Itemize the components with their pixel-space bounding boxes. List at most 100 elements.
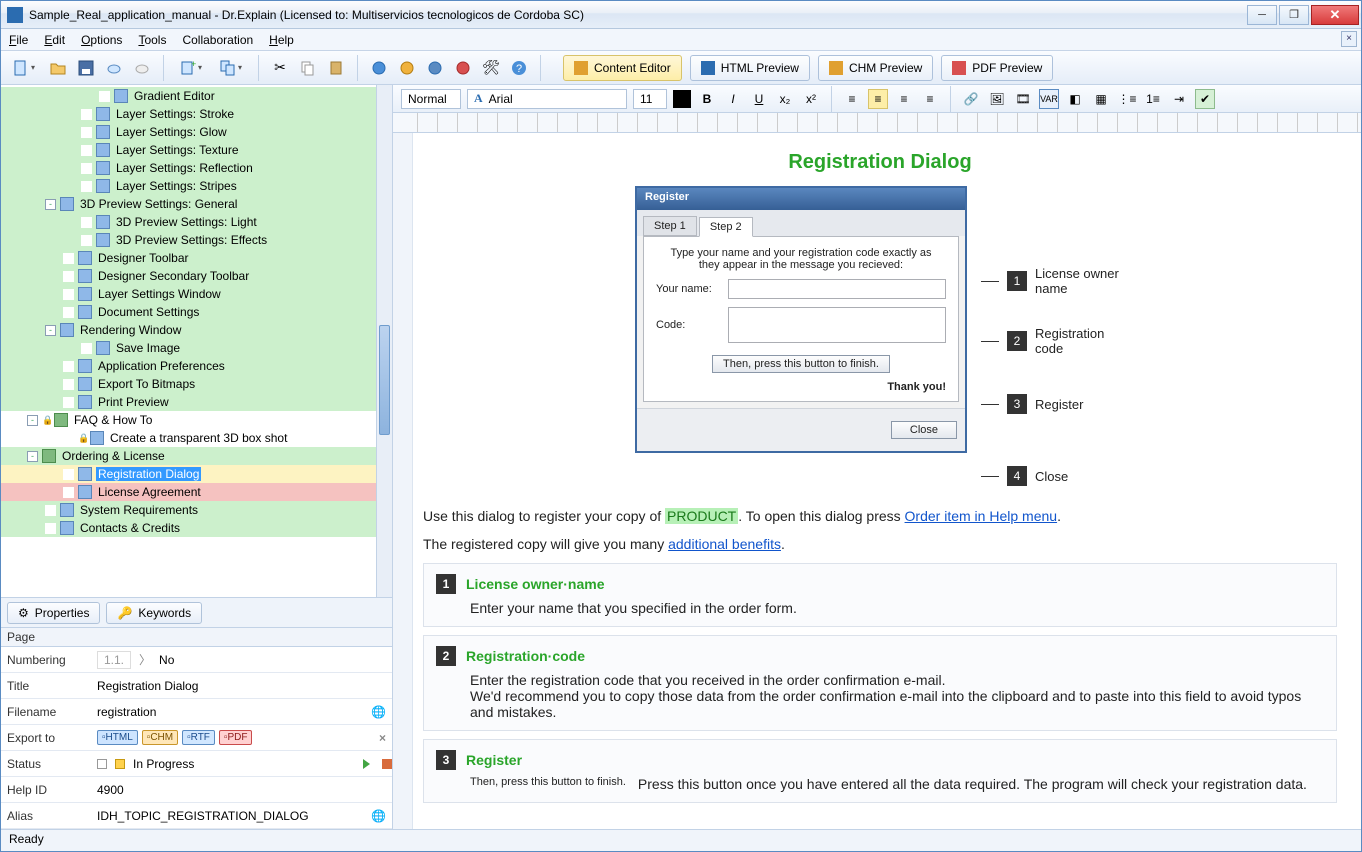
tree-item[interactable]: License Agreement [1, 483, 376, 501]
menu-edit[interactable]: Edit [44, 33, 65, 47]
color-swatch[interactable] [673, 90, 691, 108]
tree-item[interactable]: Print Preview [1, 393, 376, 411]
titlebar[interactable]: Sample_Real_application_manual - Dr.Expl… [1, 1, 1361, 29]
order-menu-link[interactable]: Order item in Help menu [905, 508, 1058, 524]
export-html-badge[interactable]: ▫HTML [97, 730, 138, 745]
video-button[interactable]: 🎞 [1013, 89, 1033, 109]
tree-scrollbar[interactable] [376, 85, 392, 597]
tree-item[interactable]: Designer Toolbar [1, 249, 376, 267]
tree-item[interactable]: System Requirements [1, 501, 376, 519]
tab-chm-preview[interactable]: CHM Preview [818, 55, 933, 81]
add-child-button[interactable] [214, 57, 248, 79]
tab-content-editor[interactable]: Content Editor [563, 55, 682, 81]
expand-icon[interactable]: - [27, 451, 38, 462]
tree-item[interactable]: Designer Secondary Toolbar [1, 267, 376, 285]
export-chm-button[interactable] [396, 57, 418, 79]
font-select[interactable]: AArial [467, 89, 627, 109]
prop-filename-input[interactable] [97, 705, 367, 719]
cloud-button[interactable] [103, 57, 125, 79]
tree-item[interactable]: 3D Preview Settings: Light [1, 213, 376, 231]
prop-status-value[interactable]: In Progress [133, 757, 194, 771]
align-justify-button[interactable]: ≡ [920, 89, 940, 109]
tree-item[interactable]: Layer Settings Window [1, 285, 376, 303]
fontsize-select[interactable]: 11 [633, 89, 667, 109]
bullets-button[interactable]: ⋮≡ [1117, 89, 1137, 109]
tree-item[interactable]: -Ordering & License [1, 447, 376, 465]
open-button[interactable] [47, 57, 69, 79]
new-button[interactable] [7, 57, 41, 79]
paste-button[interactable] [325, 57, 347, 79]
tree-item[interactable]: -3D Preview Settings: General [1, 195, 376, 213]
superscript-button[interactable]: x² [801, 89, 821, 109]
expand-icon[interactable]: - [45, 325, 56, 336]
numbering-button[interactable]: 1≡ [1143, 89, 1163, 109]
style-select[interactable]: Normal [401, 89, 461, 109]
mdi-close-button[interactable]: × [1341, 31, 1357, 47]
tree-item[interactable]: Registration Dialog [1, 465, 376, 483]
tab-keywords[interactable]: 🔑Keywords [106, 602, 202, 624]
special-button[interactable]: ◧ [1065, 89, 1085, 109]
bold-button[interactable]: B [697, 89, 717, 109]
play-icon[interactable] [363, 759, 370, 769]
prop-title-input[interactable] [97, 679, 392, 693]
minimize-button[interactable]: ─ [1247, 5, 1277, 25]
indent-button[interactable]: ⇥ [1169, 89, 1189, 109]
image-button[interactable]: 🖼 [987, 89, 1007, 109]
expand-icon[interactable]: - [27, 415, 38, 426]
italic-button[interactable]: I [723, 89, 743, 109]
tab-properties[interactable]: ⚙Properties [7, 602, 100, 624]
spellcheck-button[interactable]: ✔ [1195, 89, 1215, 109]
close-button[interactable]: ✕ [1311, 5, 1359, 25]
export-pdf-badge[interactable]: ▫PDF [219, 730, 253, 745]
tree-item[interactable]: 🔒Create a transparent 3D box shot [1, 429, 376, 447]
globe-icon[interactable]: 🌐 [371, 705, 386, 719]
tree-item[interactable]: Layer Settings: Texture [1, 141, 376, 159]
prop-helpid-input[interactable] [97, 783, 392, 797]
export-pdf-button[interactable] [452, 57, 474, 79]
tree-item[interactable]: Layer Settings: Reflection [1, 159, 376, 177]
copy-button[interactable] [297, 57, 319, 79]
globe-icon[interactable]: 🌐 [371, 809, 386, 823]
tree-item[interactable]: Layer Settings: Stroke [1, 105, 376, 123]
subscript-button[interactable]: x₂ [775, 89, 795, 109]
tree-item[interactable]: Document Settings [1, 303, 376, 321]
tree-item[interactable]: Layer Settings: Stripes [1, 177, 376, 195]
help-button[interactable]: ? [508, 57, 530, 79]
cloud-sync-button[interactable] [131, 57, 153, 79]
align-right-button[interactable]: ≡ [894, 89, 914, 109]
tree-item[interactable]: 3D Preview Settings: Effects [1, 231, 376, 249]
export-clear-button[interactable]: × [379, 731, 386, 745]
align-center-button[interactable]: ≡ [868, 89, 888, 109]
tree-item[interactable]: Export To Bitmaps [1, 375, 376, 393]
cut-button[interactable]: ✂ [269, 57, 291, 79]
tree-item[interactable]: Layer Settings: Glow [1, 123, 376, 141]
variable-button[interactable]: VAR [1039, 89, 1059, 109]
menu-help[interactable]: Help [269, 33, 294, 47]
add-topic-button[interactable]: + [174, 57, 208, 79]
maximize-button[interactable]: ❐ [1279, 5, 1309, 25]
menu-tools[interactable]: Tools [138, 33, 166, 47]
tree-item[interactable]: Save Image [1, 339, 376, 357]
tab-html-preview[interactable]: HTML Preview [690, 55, 810, 81]
scrollbar-thumb[interactable] [379, 325, 390, 435]
menu-collaboration[interactable]: Collaboration [182, 33, 253, 47]
tab-pdf-preview[interactable]: PDF Preview [941, 55, 1053, 81]
tree-item[interactable]: Gradient Editor [1, 87, 376, 105]
settings-button[interactable]: 🛠 [480, 57, 502, 79]
prop-alias-input[interactable] [97, 809, 367, 823]
menu-file[interactable]: File [9, 33, 28, 47]
export-rtf-button[interactable] [424, 57, 446, 79]
export-html-button[interactable] [368, 57, 390, 79]
topic-tree[interactable]: Gradient EditorLayer Settings: StrokeLay… [1, 85, 376, 597]
tree-item[interactable]: Contacts & Credits [1, 519, 376, 537]
save-button[interactable] [75, 57, 97, 79]
menu-options[interactable]: Options [81, 33, 122, 47]
tree-item[interactable]: -🔒FAQ & How To [1, 411, 376, 429]
tree-item[interactable]: Application Preferences [1, 357, 376, 375]
prop-numbering-value[interactable]: No [159, 653, 174, 667]
stop-icon[interactable] [382, 759, 392, 769]
document-area[interactable]: Registration Dialog Register Step 1 Step… [393, 133, 1361, 829]
ruler[interactable] [393, 113, 1361, 133]
align-left-button[interactable]: ≡ [842, 89, 862, 109]
link-button[interactable]: 🔗 [961, 89, 981, 109]
